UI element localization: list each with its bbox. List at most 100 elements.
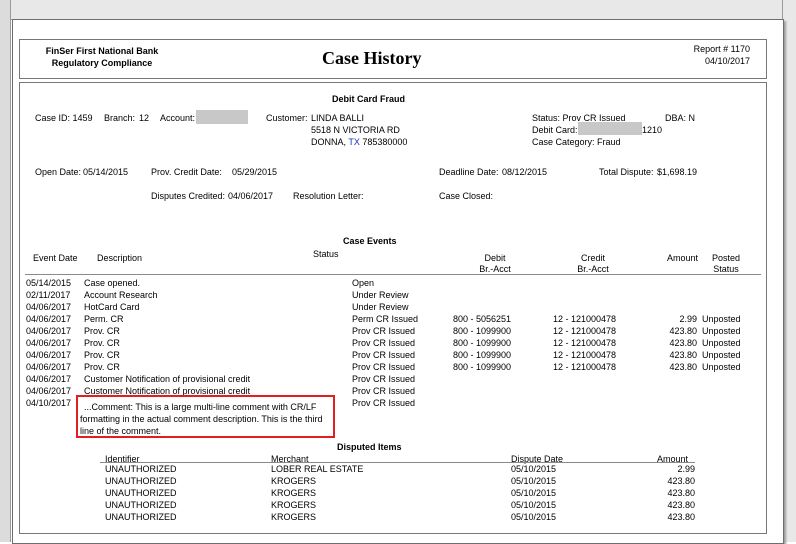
event-date: 04/06/2017 bbox=[26, 374, 72, 384]
dispute-merchant: KROGERS bbox=[271, 476, 317, 486]
dba: DBA: N bbox=[665, 113, 696, 123]
branch-label: Branch: bbox=[104, 113, 136, 123]
event-status: Under Review bbox=[352, 290, 409, 300]
viewer-scrollbar[interactable] bbox=[782, 0, 796, 542]
event-posted-status: Unposted bbox=[702, 338, 741, 348]
event-status: Perm CR Issued bbox=[352, 314, 419, 324]
col-description: Description bbox=[97, 253, 143, 263]
event-date: 04/06/2017 bbox=[26, 326, 72, 336]
event-status: Open bbox=[352, 278, 375, 288]
dispute-date: 05/10/2015 bbox=[511, 488, 557, 498]
dispute-amount: 423.80 bbox=[667, 500, 695, 510]
event-status: Prov CR Issued bbox=[352, 338, 416, 348]
event-amount: 423.80 bbox=[669, 362, 697, 372]
event-status: Prov CR Issued bbox=[352, 374, 416, 384]
page-title: Case History bbox=[322, 48, 422, 68]
dispute-identifier: UNAUTHORIZED bbox=[105, 476, 177, 486]
case-section-title: Debit Card Fraud bbox=[332, 94, 406, 104]
disputed-header-rule bbox=[100, 462, 695, 463]
dispute-identifier: UNAUTHORIZED bbox=[105, 512, 177, 522]
event-posted-status: Unposted bbox=[702, 350, 741, 360]
total-dispute-label: Total Dispute: bbox=[599, 167, 654, 177]
event-posted-status: Unposted bbox=[702, 326, 741, 336]
dispute-identifier: UNAUTHORIZED bbox=[105, 500, 177, 510]
disputes-credited: 04/06/2017 bbox=[228, 191, 274, 201]
event-date: 04/06/2017 bbox=[26, 314, 72, 324]
events-section-title: Case Events bbox=[343, 236, 397, 246]
event-credit: 12 - 121000478 bbox=[553, 362, 617, 372]
prov-credit-date: 05/29/2015 bbox=[232, 167, 278, 177]
event-status: Prov CR Issued bbox=[352, 350, 416, 360]
dispute-merchant: KROGERS bbox=[271, 488, 317, 498]
total-dispute: $1,698.19 bbox=[657, 167, 698, 177]
customer-zip: 785380000 bbox=[362, 137, 408, 147]
dispute-amount: 423.80 bbox=[667, 476, 695, 486]
bank-name: FinSer First National Bank bbox=[45, 46, 159, 56]
dispute-amount: 423.80 bbox=[667, 488, 695, 498]
viewer-top-frame bbox=[0, 0, 796, 20]
disputed-section-title: Disputed Items bbox=[337, 442, 402, 452]
account-label: Account: bbox=[160, 113, 196, 123]
bank-department: Regulatory Compliance bbox=[51, 58, 153, 68]
dispute-merchant: KROGERS bbox=[271, 500, 317, 510]
customer-state: TX bbox=[348, 137, 360, 147]
event-credit: 12 - 121000478 bbox=[553, 326, 617, 336]
event-date: 05/14/2015 bbox=[26, 278, 72, 288]
customer-city-line: DONNA, TX 785380000 bbox=[311, 136, 407, 148]
customer-address: 5518 N VICTORIA RD bbox=[311, 125, 400, 135]
event-date: 04/06/2017 bbox=[26, 386, 72, 396]
debit-card-last: 1210 bbox=[642, 125, 663, 135]
disputes-credited-label: Disputes Credited: bbox=[151, 191, 226, 201]
dispute-date: 05/10/2015 bbox=[511, 464, 557, 474]
dispute-merchant: LOBER REAL ESTATE bbox=[271, 464, 364, 474]
event-description: Prov. CR bbox=[84, 350, 120, 360]
dispute-amount: 423.80 bbox=[667, 512, 695, 522]
event-debit: 800 - 1099900 bbox=[453, 350, 512, 360]
event-status: Prov CR Issued bbox=[352, 386, 416, 396]
event-date: 04/06/2017 bbox=[26, 350, 72, 360]
event-description: Account Research bbox=[84, 290, 158, 300]
event-amount: 423.80 bbox=[669, 350, 697, 360]
open-date-label: Open Date: bbox=[35, 167, 82, 177]
event-status: Prov CR Issued bbox=[352, 326, 416, 336]
account-redacted bbox=[196, 110, 248, 124]
event-amount: 2.99 bbox=[679, 314, 697, 324]
event-date: 04/06/2017 bbox=[26, 362, 72, 372]
event-description: HotCard Card bbox=[84, 302, 140, 312]
customer-name: LINDA BALLI bbox=[311, 113, 365, 123]
event-date: 04/10/2017 bbox=[26, 398, 72, 408]
customer-city: DONNA, bbox=[311, 137, 347, 147]
event-debit: 800 - 1099900 bbox=[453, 362, 512, 372]
event-credit: 12 - 121000478 bbox=[553, 314, 617, 324]
case-category: Case Category: Fraud bbox=[532, 137, 621, 147]
dispute-date: 05/10/2015 bbox=[511, 500, 557, 510]
deadline-label: Deadline Date: bbox=[439, 167, 499, 177]
event-date: 02/11/2017 bbox=[26, 290, 71, 300]
case-id: Case ID: 1459 bbox=[35, 113, 93, 123]
report-number: Report # 1170 bbox=[693, 44, 750, 54]
col-amount: Amount bbox=[666, 253, 698, 263]
col-status: Status bbox=[313, 249, 339, 259]
event-debit: 800 - 5056251 bbox=[453, 314, 512, 324]
event-description: Prov. CR bbox=[84, 362, 120, 372]
event-description: Perm. CR bbox=[84, 314, 124, 324]
customer-label: Customer: bbox=[266, 113, 308, 123]
events-header-rule bbox=[25, 274, 761, 275]
dispute-identifier: UNAUTHORIZED bbox=[105, 464, 177, 474]
col-event-date: Event Date bbox=[33, 253, 78, 263]
event-date: 04/06/2017 bbox=[26, 338, 72, 348]
event-credit: 12 - 121000478 bbox=[553, 338, 617, 348]
debit-card-redacted bbox=[578, 122, 642, 135]
dispute-date: 05/10/2015 bbox=[511, 476, 557, 486]
resolution-letter-label: Resolution Letter: bbox=[293, 191, 364, 201]
event-date: 04/06/2017 bbox=[26, 302, 72, 312]
dispute-merchant: KROGERS bbox=[271, 512, 317, 522]
event-status: Prov CR Issued bbox=[352, 362, 416, 372]
debit-card-label: Debit Card: bbox=[532, 125, 578, 135]
event-description: Prov. CR bbox=[84, 338, 120, 348]
event-description: Customer Notification of provisional cre… bbox=[84, 374, 251, 384]
branch-value: 12 bbox=[139, 113, 150, 123]
event-status: Prov CR Issued bbox=[352, 398, 416, 408]
event-amount: 423.80 bbox=[669, 326, 697, 336]
event-status: Under Review bbox=[352, 302, 409, 312]
